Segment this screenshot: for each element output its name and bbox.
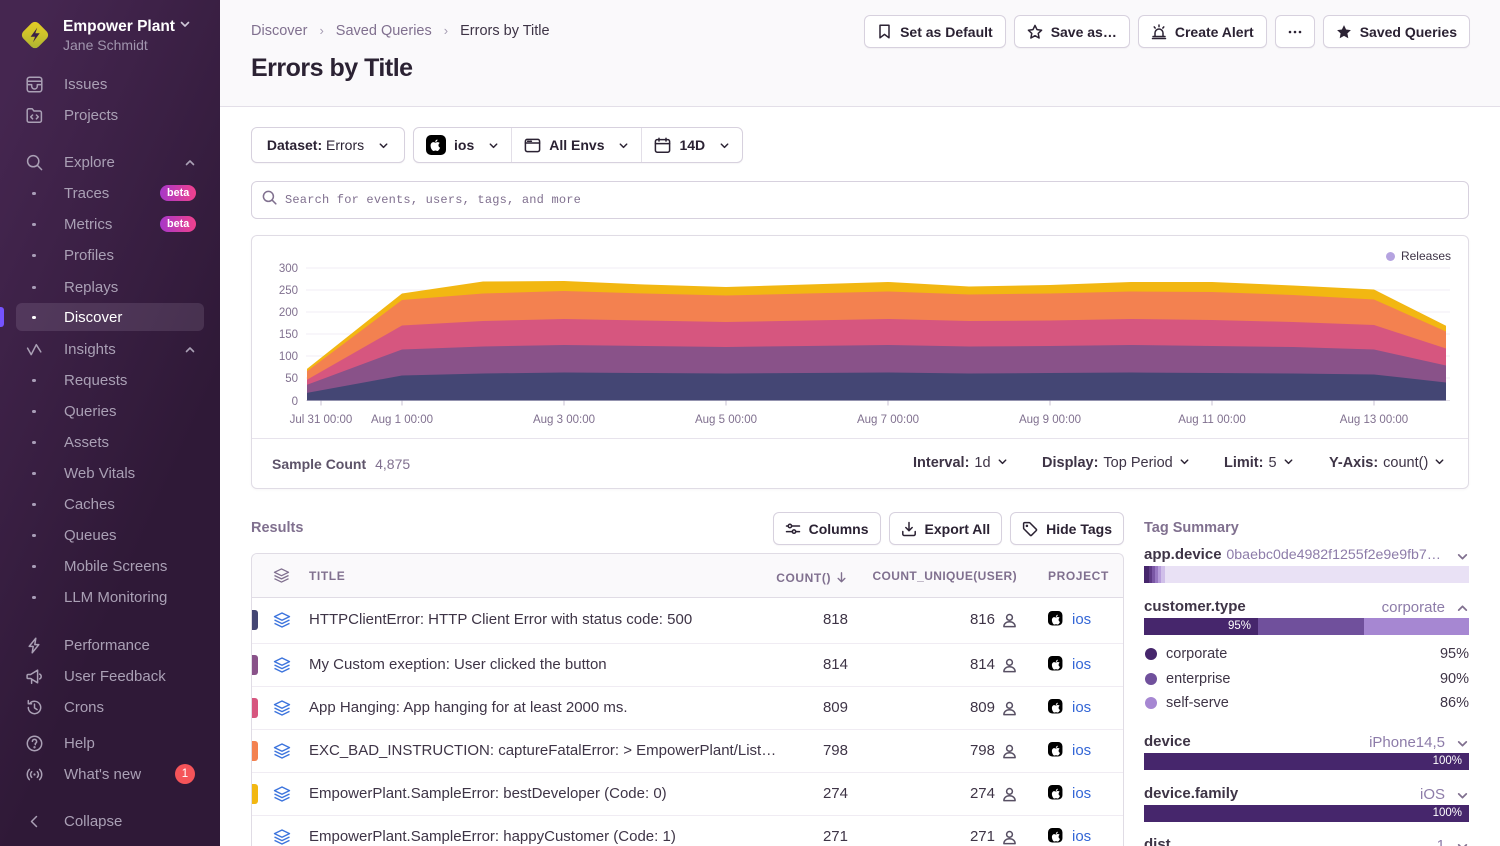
svg-text:300: 300: [279, 263, 298, 275]
svg-text:Aug 3 00:00: Aug 3 00:00: [533, 414, 595, 426]
svg-text:Aug 7 00:00: Aug 7 00:00: [857, 414, 919, 426]
svg-text:Aug 9 00:00: Aug 9 00:00: [1019, 414, 1081, 426]
svg-text:250: 250: [279, 285, 298, 297]
svg-text:200: 200: [279, 307, 298, 319]
svg-text:150: 150: [279, 329, 298, 341]
svg-text:Aug 11 00:00: Aug 11 00:00: [1178, 414, 1246, 426]
svg-text:Jul 31 00:00: Jul 31 00:00: [290, 414, 353, 426]
svg-text:50: 50: [285, 373, 298, 385]
svg-text:0: 0: [292, 396, 298, 408]
svg-text:100: 100: [279, 351, 298, 363]
svg-text:Aug 5 00:00: Aug 5 00:00: [695, 414, 757, 426]
svg-text:Aug 1 00:00: Aug 1 00:00: [371, 414, 433, 426]
svg-text:Aug 13 00:00: Aug 13 00:00: [1340, 414, 1408, 426]
